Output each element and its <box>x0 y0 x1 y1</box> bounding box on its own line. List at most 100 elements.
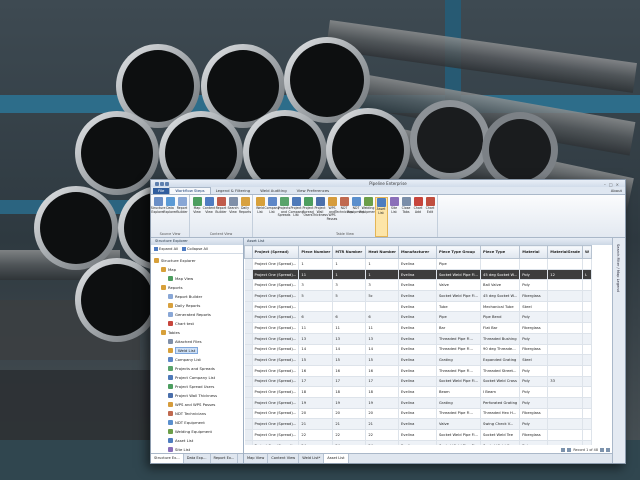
cell-piece-number[interactable]: 14 <box>298 344 334 356</box>
content-view-button[interactable]: Content View <box>203 197 215 237</box>
window-controls[interactable]: –□× <box>604 181 622 188</box>
cell-mtr-number[interactable]: 15 <box>332 354 367 366</box>
tab-workflow-steps[interactable]: Workflow Steps <box>169 187 211 194</box>
doc-tab-content-view[interactable]: Content View <box>268 454 300 463</box>
table-row[interactable]: Project One (Spread)... 20 20 20 Evelina Thre… <box>244 408 593 420</box>
tree-item-wps-and-wps-passes[interactable]: WPS and WPS Passes <box>151 400 243 409</box>
cell-mtr-number[interactable]: 22 <box>332 429 367 441</box>
cell-materialgrade[interactable] <box>547 279 584 292</box>
cell-materialgrade[interactable] <box>547 290 584 302</box>
quick-access-toolbar[interactable] <box>154 181 170 186</box>
cell-piece-number[interactable]: 22 <box>298 429 334 441</box>
cell-piece-number[interactable]: 11 <box>298 322 334 334</box>
tree-item-weld-list[interactable]: Weld List <box>151 346 243 355</box>
cell-piece-type[interactable] <box>480 258 521 270</box>
cell-piece-number[interactable]: 13 <box>298 333 334 345</box>
cell-project-spread[interactable]: Project One (Spread)... <box>252 279 300 292</box>
cell-materialgrade[interactable] <box>547 440 584 445</box>
report-builder-button[interactable]: Report Builder <box>176 197 188 237</box>
cell-materialgrade[interactable] <box>547 386 584 398</box>
cell-heat-number[interactable]: 13 <box>365 333 399 345</box>
tree-item-reports[interactable]: Reports <box>151 283 243 292</box>
cell-w[interactable] <box>582 279 593 292</box>
tree-item-chart-test[interactable]: Chart test <box>151 319 243 328</box>
cell-material[interactable]: Poly <box>519 440 549 445</box>
tree-item-attached-files[interactable]: Attached Files <box>151 337 243 346</box>
row-header[interactable] <box>244 429 253 441</box>
cell-heat-number[interactable]: 19 <box>365 397 399 409</box>
cell-piece-type-group[interactable]: Socket Weld Pipe Fi... <box>436 376 482 388</box>
cell-material[interactable]: Poly <box>519 397 549 409</box>
cell-heat-number[interactable] <box>365 301 399 313</box>
cell-materialgrade[interactable] <box>547 408 584 420</box>
last-record-icon[interactable] <box>606 447 610 452</box>
cell-heat-number[interactable]: 3 <box>365 279 399 292</box>
cell-material[interactable]: Fiberglass <box>519 322 549 334</box>
chart-add-button[interactable]: Chart Add <box>413 197 424 237</box>
collapse-all-button[interactable]: Collapse All <box>182 247 208 251</box>
side-panel-strip[interactable]: Search Filter / Map Legend <box>612 238 625 463</box>
structure-explorer-button[interactable]: Structure Explorer <box>151 197 165 237</box>
cell-mtr-number[interactable]: 16 <box>332 365 367 377</box>
cell-project-spread[interactable]: Project One (Spread)... <box>252 354 300 366</box>
cell-mtr-number[interactable]: 11 <box>332 322 367 334</box>
cell-piece-type[interactable]: I Beam <box>480 386 521 398</box>
ndt-technicians-button[interactable]: NDT Technicians <box>335 197 353 237</box>
cell-manufacturer[interactable]: Evelina <box>398 440 437 445</box>
cell-material[interactable]: Poly <box>519 269 549 281</box>
cell-piece-type-group[interactable]: Pipe <box>436 258 482 270</box>
weld-list-button[interactable]: Weld List <box>255 197 266 237</box>
row-header[interactable] <box>244 258 253 270</box>
cell-heat-number[interactable]: 1 <box>365 258 399 270</box>
cell-project-spread[interactable]: Project One (Spread)... <box>252 269 300 281</box>
cell-project-spread[interactable]: Project One (Spread)... <box>252 311 300 324</box>
cell-heat-number[interactable]: 15 <box>365 354 399 366</box>
tree-item-project-spread-users[interactable]: Project Spread Users <box>151 382 243 391</box>
column-header-piece-number[interactable]: Piece Number <box>298 245 334 259</box>
column-header-mtr-number[interactable]: MTR Number <box>332 245 367 259</box>
tree-item-asset-list[interactable]: Asset List <box>151 436 243 445</box>
cell-piece-number[interactable]: 1 <box>298 258 334 270</box>
tree-item-generated-reports[interactable]: Generated Reports <box>151 310 243 319</box>
cell-manufacturer[interactable]: Evelina <box>398 429 437 441</box>
cell-piece-type-group[interactable]: Valve <box>436 279 482 292</box>
close-tabs-button[interactable]: Close Tabs <box>401 197 412 237</box>
daily-reports-button[interactable]: Daily Reports <box>239 197 251 237</box>
cell-project-spread[interactable]: Project One (Spread)... <box>252 290 300 302</box>
cell-material[interactable]: Fiberglass <box>519 344 549 356</box>
cell-piece-type-group[interactable]: Socket Weld Pipe Fi... <box>436 440 482 445</box>
cell-piece-type[interactable]: Socket Weld Tee <box>480 429 521 441</box>
cell-piece-type[interactable]: Swing Check V... <box>480 418 521 430</box>
cell-piece-number[interactable]: 3 <box>298 279 334 292</box>
tree-item-daily-reports[interactable]: Daily Reports <box>151 301 243 310</box>
cell-piece-type[interactable]: Pipe Bend <box>480 311 521 324</box>
cell-heat-number[interactable]: 17 <box>365 376 399 388</box>
cell-piece-number[interactable] <box>298 301 334 313</box>
cell-project-spread[interactable]: Project One (Spread)... <box>252 429 300 441</box>
cell-piece-type[interactable]: Mechanical Tube <box>480 301 521 313</box>
tree-item-structure-explorer[interactable]: Structure Explorer <box>151 256 243 265</box>
cell-materialgrade[interactable] <box>547 333 584 345</box>
cell-piece-number[interactable]: 5 <box>298 290 334 302</box>
cell-mtr-number[interactable]: 3 <box>332 279 367 292</box>
company-list-button[interactable]: Company List <box>264 197 280 237</box>
cell-w[interactable] <box>582 440 593 445</box>
cell-mtr-number[interactable]: 20 <box>332 408 367 420</box>
row-header[interactable] <box>244 279 253 292</box>
cell-piece-type-group[interactable]: Bar <box>436 322 482 334</box>
tree-item-map-view[interactable]: Map View <box>151 274 243 283</box>
tree-item-ndt-equipment[interactable]: NDT Equipment <box>151 418 243 427</box>
cell-project-spread[interactable]: Project One (Spread)... <box>252 365 300 377</box>
expand-all-button[interactable]: Expand All <box>154 247 178 251</box>
row-header[interactable] <box>244 322 253 334</box>
cell-materialgrade[interactable] <box>547 365 584 377</box>
cell-project-spread[interactable]: Project One (Spread)... <box>252 418 300 430</box>
cell-piece-type-group[interactable]: Socket Weld Pipe Fi... <box>436 429 482 441</box>
table-row[interactable]: Project One (Spread)... Evelina Tube Mechan… <box>244 301 593 313</box>
map-view-button[interactable]: Map View <box>192 197 203 237</box>
row-header[interactable] <box>244 354 253 366</box>
cell-piece-type-group[interactable]: Beam <box>436 386 482 398</box>
cell-manufacturer[interactable]: Evelina <box>398 258 437 270</box>
row-header[interactable] <box>244 344 253 356</box>
row-header[interactable] <box>244 365 253 377</box>
